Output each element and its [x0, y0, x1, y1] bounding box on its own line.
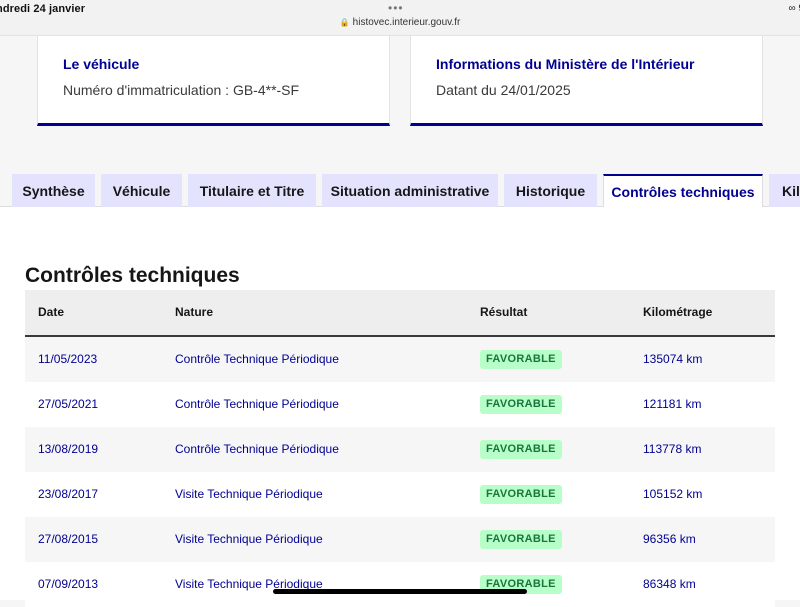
tab-situation-administrative[interactable]: Situation administrative [322, 174, 498, 207]
link-icon: ∞ [788, 3, 796, 14]
status-badge: FAVORABLE [480, 350, 562, 369]
table-row: 13/08/2019 Contrôle Technique Périodique… [25, 427, 775, 472]
ministry-card-title: Informations du Ministère de l'Intérieur [436, 56, 695, 72]
lock-icon: 🔒 [339, 18, 350, 27]
ministry-card: Informations du Ministère de l'Intérieur… [410, 36, 763, 126]
table-row: 23/08/2017 Visite Technique Périodique F… [25, 472, 775, 517]
status-right: ∞ 9 [789, 3, 800, 14]
section-title: Contrôles techniques [25, 264, 240, 287]
tab-controles-techniques[interactable]: Contrôles techniques [603, 174, 763, 208]
controls-table: Date Nature Résultat Kilométrage 11/05/2… [25, 290, 775, 607]
row-nature: Visite Technique Périodique [175, 532, 323, 546]
address-url: histovec.interieur.gouv.fr [352, 17, 461, 28]
table-row: 07/09/2013 Visite Technique Périodique F… [25, 562, 775, 607]
row-km: 105152 km [643, 487, 703, 501]
tab-kilometrage[interactable]: Kilo [769, 174, 800, 207]
table-row: 27/08/2015 Visite Technique Périodique F… [25, 517, 775, 562]
row-km: 113778 km [643, 442, 702, 456]
row-date: 07/09/2013 [38, 577, 99, 591]
row-date: 27/08/2015 [38, 532, 99, 546]
tab-synthese[interactable]: Synthèse [12, 174, 95, 207]
row-date: 11/05/2023 [38, 352, 98, 366]
row-date: 23/08/2017 [38, 487, 99, 501]
status-badge: FAVORABLE [480, 440, 562, 459]
header-nature: Nature [175, 305, 214, 319]
tab-bar: Synthèse Véhicule Titulaire et Titre Sit… [0, 174, 800, 208]
status-badge: FAVORABLE [480, 530, 562, 549]
content-panel: Contrôles techniques Date Nature Résulta… [0, 207, 800, 607]
status-badge: FAVORABLE [480, 395, 562, 414]
tab-vehicule[interactable]: Véhicule [101, 174, 182, 207]
row-nature: Visite Technique Périodique [175, 487, 323, 501]
tab-titulaire[interactable]: Titulaire et Titre [188, 174, 316, 207]
row-km: 121181 km [643, 397, 702, 411]
home-indicator[interactable] [273, 589, 527, 594]
table-header: Date Nature Résultat Kilométrage [25, 290, 775, 337]
row-km: 86348 km [643, 577, 696, 591]
status-date: ndredi 24 janvier [0, 3, 86, 15]
row-km: 96356 km [643, 532, 696, 546]
table-row: 27/05/2021 Contrôle Technique Périodique… [25, 382, 775, 427]
row-date: 27/05/2021 [38, 397, 99, 411]
status-badge: FAVORABLE [480, 485, 562, 504]
status-bar: ndredi 24 janvier ••• 🔒 histovec.interieu… [0, 0, 800, 36]
row-date: 13/08/2019 [38, 442, 99, 456]
ministry-card-text: Datant du 24/01/2025 [436, 82, 571, 98]
row-nature: Contrôle Technique Périodique [175, 442, 339, 456]
row-km: 135074 km [643, 352, 703, 366]
vehicle-card: Le véhicule Numéro d'immatriculation : G… [37, 36, 390, 126]
header-result: Résultat [480, 305, 528, 319]
header-date: Date [38, 305, 65, 319]
row-nature: Contrôle Technique Périodique [175, 352, 339, 366]
row-nature: Contrôle Technique Périodique [175, 397, 339, 411]
address-bar[interactable]: 🔒 histovec.interieur.gouv.fr [0, 17, 800, 28]
vehicle-card-text: Numéro d'immatriculation : GB-4**-SF [63, 82, 300, 98]
more-dots-icon[interactable]: ••• [388, 1, 404, 15]
header-km: Kilométrage [643, 305, 713, 319]
vehicle-card-title: Le véhicule [63, 56, 140, 72]
tab-historique[interactable]: Historique [504, 174, 597, 207]
table-row: 11/05/2023 Contrôle Technique Périodique… [25, 337, 775, 382]
